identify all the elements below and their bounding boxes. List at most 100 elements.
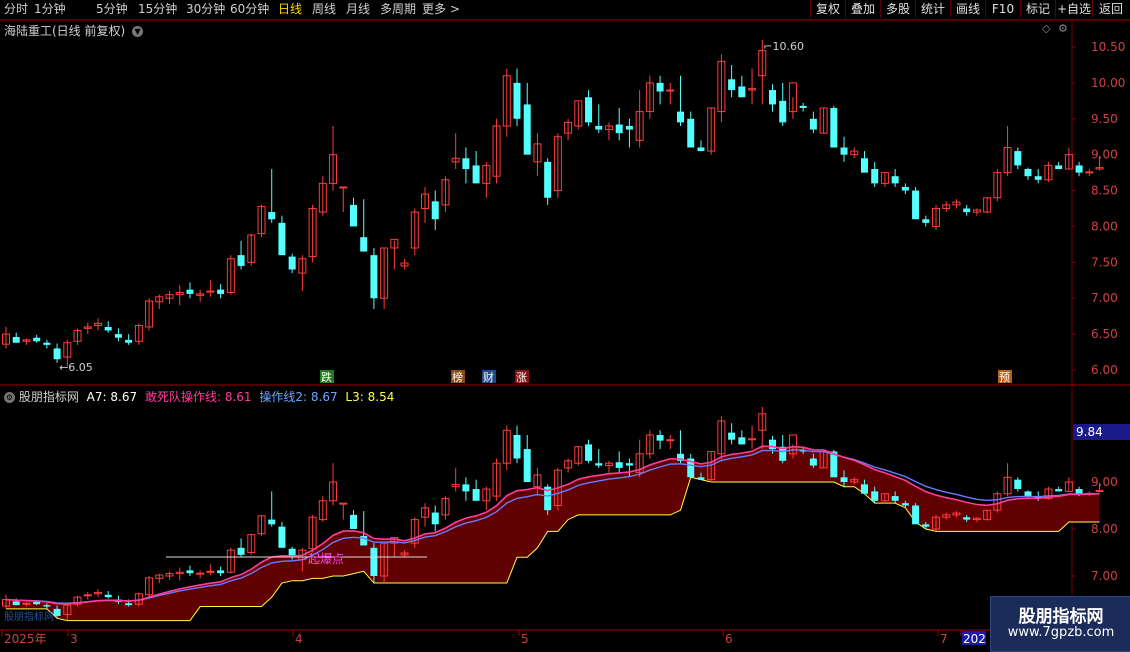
- ind-candle-body: [963, 517, 971, 520]
- kline-chart[interactable]: 10.50 10.00 9.50 9.00 8.50 8.00 7.50 7.00 6.50 6.…: [0, 0, 1130, 650]
- ind-candle-body: [186, 570, 194, 574]
- ind-candle-body: [922, 524, 930, 527]
- max-price-label: ⌐10.60: [763, 40, 804, 53]
- main-candle-body: [871, 169, 879, 184]
- ind-candle-body: [431, 512, 439, 525]
- current-value-label: 9.84: [1076, 425, 1103, 439]
- main-candle-body: [687, 118, 695, 148]
- main-candle-body: [615, 124, 623, 134]
- main-candle-body: [809, 118, 817, 130]
- ind-candle-body: [615, 462, 623, 468]
- ind-candle-body: [268, 519, 276, 525]
- indicator-tick-label: 9.00: [1091, 475, 1118, 489]
- main-candle-body: [799, 105, 807, 109]
- main-candle-body: [1014, 151, 1022, 166]
- price-tick-label: 9.50: [1091, 112, 1118, 126]
- ind-candle-body: [237, 547, 245, 555]
- main-candle-body: [186, 289, 194, 294]
- ind-candle-body: [1024, 491, 1032, 497]
- ind-candle-body: [912, 505, 920, 525]
- ind-candle-body: [472, 489, 480, 501]
- main-candle-body: [625, 125, 633, 130]
- main-candle-body: [206, 290, 215, 293]
- min-price-label: ←6.05: [59, 361, 93, 374]
- main-candle-body: [1034, 176, 1042, 180]
- ind-candle-body: [523, 449, 531, 482]
- date-axis-label: 7: [940, 632, 948, 646]
- ind-candle-body: [1075, 489, 1083, 494]
- ind-candle-body: [738, 437, 746, 445]
- ind-candle-body: [125, 603, 133, 606]
- main-candle-body: [33, 337, 41, 342]
- main-candle-body: [912, 190, 920, 220]
- main-candle-body: [12, 336, 20, 343]
- main-candle-body: [462, 158, 470, 170]
- event-marker-text: 跌: [321, 370, 332, 384]
- main-candle-body: [779, 100, 787, 123]
- ind-candle-body: [206, 570, 215, 573]
- ind-candle-body: [1014, 479, 1022, 490]
- main-candle-body: [891, 176, 899, 184]
- ind-candle-body: [349, 514, 357, 529]
- logo-url: www.7gpzb.com: [1007, 625, 1115, 640]
- ind-candle-body: [339, 502, 348, 505]
- indicator-tick-label: 8.00: [1091, 522, 1118, 536]
- main-candle-body: [666, 89, 675, 92]
- date-axis-label: 3: [70, 632, 78, 646]
- ind-candle-body: [840, 477, 848, 482]
- indicator-fill-band: [6, 446, 1100, 621]
- date-axis-label: 6: [725, 632, 733, 646]
- main-candle-body: [370, 255, 378, 299]
- ind-candle-body: [1055, 489, 1063, 492]
- ind-candle-body: [666, 439, 675, 442]
- main-candle-body: [339, 186, 348, 189]
- main-candle-body: [585, 97, 593, 123]
- main-candle-body: [738, 86, 746, 98]
- main-candle-body: [922, 219, 930, 223]
- ind-candle-body: [370, 547, 378, 576]
- ind-candle-body: [196, 572, 205, 575]
- main-candle-body: [677, 111, 685, 123]
- logo-title: 股朋指标网: [1018, 607, 1104, 627]
- event-marker-text: 预: [999, 371, 1010, 384]
- indicator-watermark: 股朋指标网: [4, 610, 54, 623]
- ind-candle-body: [901, 503, 909, 506]
- price-tick-label: 9.00: [1091, 148, 1118, 162]
- ind-candle-body: [871, 491, 879, 501]
- main-candle-body: [830, 108, 838, 148]
- price-tick-label: 10.00: [1091, 76, 1125, 90]
- main-candle-body: [349, 204, 357, 227]
- ind-candle-body: [217, 570, 225, 574]
- ind-candle-body: [462, 484, 470, 492]
- main-candle-body: [125, 339, 133, 343]
- ind-candle-body: [104, 594, 112, 598]
- main-candle-body: [1085, 171, 1094, 174]
- ind-candle-body: [595, 463, 603, 466]
- price-tick-label: 10.50: [1091, 40, 1125, 54]
- date-axis-label: 5: [521, 632, 529, 646]
- ind-candle-body: [278, 526, 286, 548]
- event-marker-text: 榜: [452, 370, 463, 384]
- main-candle-body: [769, 90, 776, 105]
- main-candle-body: [288, 256, 296, 270]
- date-axis-label: 2025年: [4, 632, 47, 646]
- main-candle-body: [53, 348, 61, 360]
- price-tick-label: 6.50: [1091, 327, 1118, 341]
- ind-candle-body: [22, 602, 31, 605]
- ind-candle-body: [656, 435, 664, 441]
- event-marker-text: 财: [483, 370, 494, 384]
- main-candle-body: [360, 237, 368, 252]
- main-candle-body: [901, 186, 909, 191]
- main-candle-body: [544, 161, 552, 198]
- main-candle-body: [697, 147, 705, 152]
- main-candle-body: [840, 147, 848, 155]
- main-candle-body: [278, 222, 286, 256]
- ind-candle-body: [53, 608, 61, 616]
- main-candle-body: [728, 79, 736, 91]
- ind-candle-body: [585, 444, 593, 461]
- ind-candle-body: [513, 435, 521, 459]
- ind-candle-body: [728, 432, 736, 440]
- main-candle-body: [431, 201, 439, 220]
- main-candle-body: [237, 255, 245, 266]
- main-candle-body: [472, 165, 480, 184]
